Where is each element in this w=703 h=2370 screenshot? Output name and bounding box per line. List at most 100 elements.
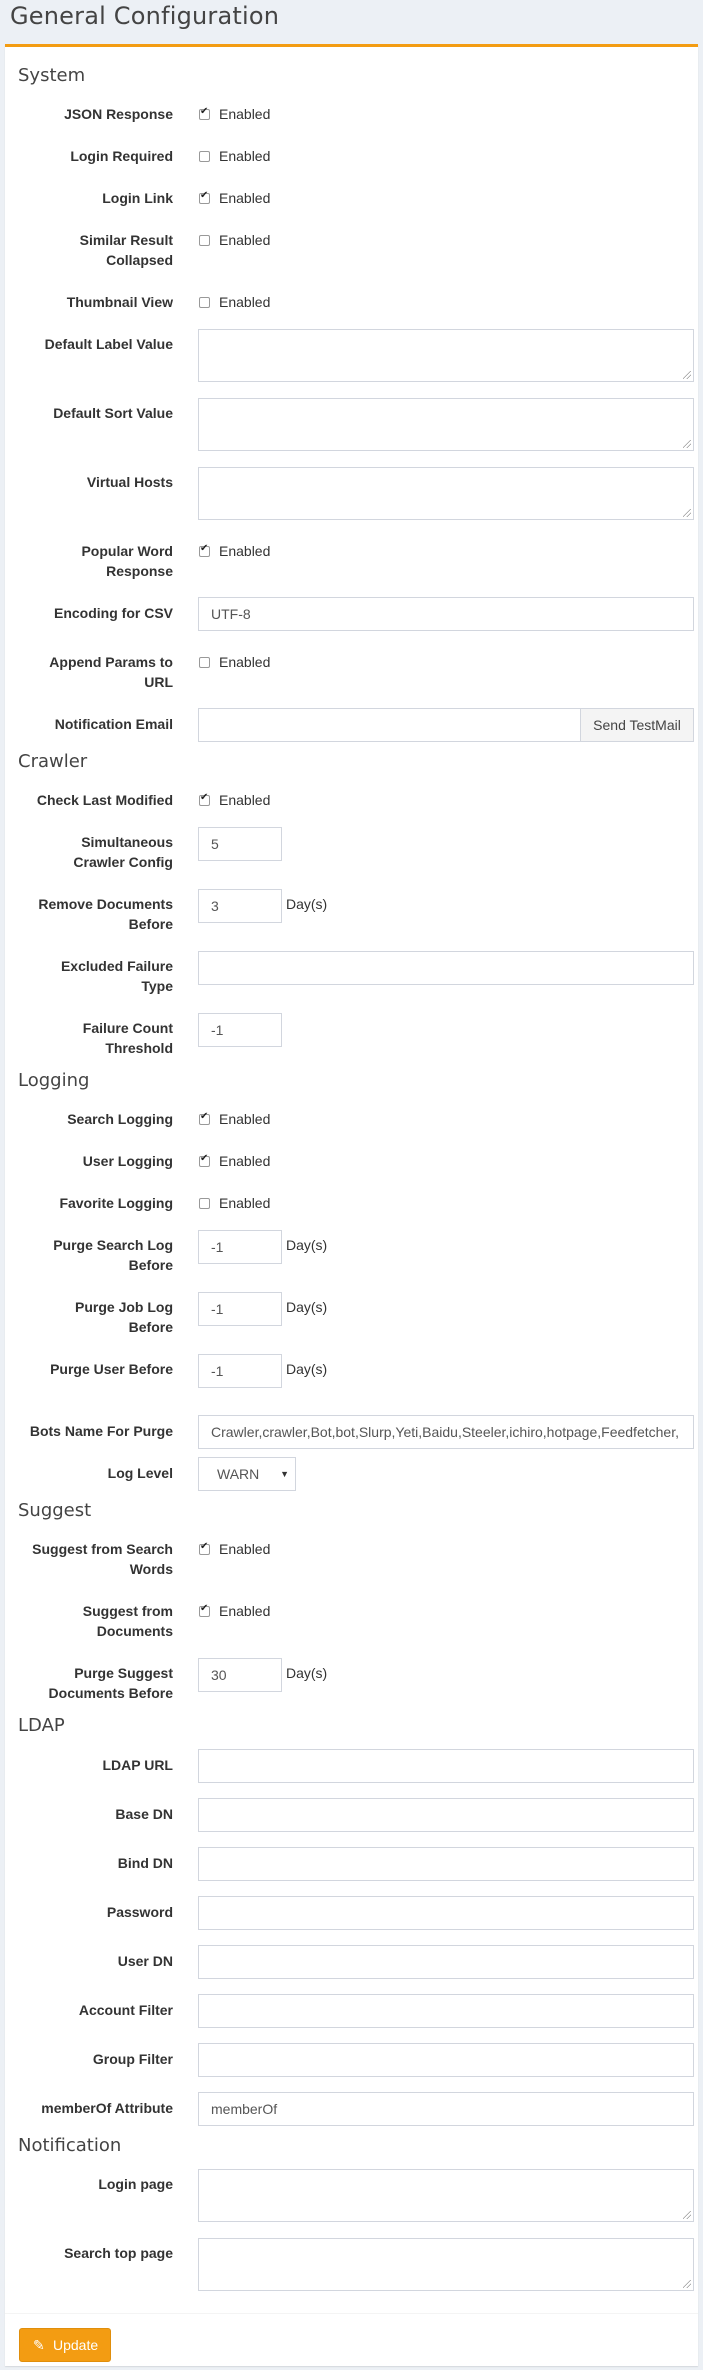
section-title-notification: Notification: [18, 2135, 122, 2156]
suggest-from-documents-checkbox[interactable]: [199, 1603, 210, 1617]
similar-result-collapsed-checkbox[interactable]: [199, 235, 210, 246]
purge-suggest-documents-before-label-line2: Documents Before: [48, 1685, 173, 1701]
favorite-logging-checkbox[interactable]: [199, 1198, 210, 1209]
bind-dn-label: Bind DN: [117, 1855, 173, 1871]
section-title-system: System: [18, 65, 86, 86]
json-response-enabled-text: Enabled: [219, 106, 271, 122]
failure-count-threshold-input[interactable]: -1: [198, 1013, 282, 1047]
simultaneous-crawler-config-input[interactable]: 5: [198, 827, 282, 861]
remove-documents-days-unit: Day(s): [286, 896, 328, 912]
append-params-label-line1: Append Params to: [49, 654, 173, 670]
suggest-from-search-words-enabled-text: Enabled: [219, 1541, 271, 1557]
popular-word-response-label-line1: Popular Word: [81, 543, 173, 559]
box-footer-divider: [5, 2313, 698, 2314]
user-logging-enabled-text: Enabled: [219, 1153, 271, 1169]
log-level-label: Log Level: [107, 1465, 173, 1481]
thumbnail-view-checkbox[interactable]: [199, 297, 210, 308]
excluded-failure-type-input[interactable]: [198, 951, 694, 985]
bind-dn-input[interactable]: [198, 1847, 694, 1881]
section-title-crawler: Crawler: [18, 751, 88, 772]
bots-name-for-purge-label: Bots Name For Purge: [29, 1423, 173, 1439]
favorite-logging-label: Favorite Logging: [59, 1195, 173, 1211]
section-title-suggest: Suggest: [18, 1500, 92, 1521]
password-input[interactable]: [198, 1896, 694, 1930]
simultaneous-crawler-config-label-line1: Simultaneous: [81, 834, 173, 850]
default-sort-value-textarea[interactable]: [198, 398, 694, 451]
default-label-value-textarea[interactable]: [198, 329, 694, 382]
purge-suggest-documents-before-label: Purge Suggest Documents Before: [15, 1663, 173, 1703]
suggest-from-documents-label-line2: Documents: [96, 1623, 173, 1639]
json-response-label: JSON Response: [64, 106, 173, 122]
simultaneous-crawler-config-label-line2: Crawler Config: [73, 854, 173, 870]
search-logging-enabled-text: Enabled: [219, 1111, 271, 1127]
account-filter-input[interactable]: [198, 1994, 694, 2028]
update-button-label: Update: [53, 2337, 99, 2353]
configuration-form: System JSON Response Enabled Login Requi…: [5, 44, 698, 2366]
encoding-for-csv-label: Encoding for CSV: [54, 605, 173, 621]
virtual-hosts-textarea[interactable]: [198, 467, 694, 520]
suggest-from-search-words-label: Suggest from Search Words: [15, 1539, 173, 1579]
ldap-url-input[interactable]: [198, 1749, 694, 1783]
search-top-page-label: Search top page: [64, 2245, 173, 2261]
login-link-checkbox[interactable]: [199, 190, 210, 204]
popular-word-response-checkbox[interactable]: [199, 543, 210, 557]
purge-job-log-days-unit: Day(s): [286, 1299, 328, 1315]
chevron-down-icon: ▼: [280, 1469, 289, 1479]
suggest-from-search-words-checkbox[interactable]: [199, 1541, 210, 1555]
purge-job-log-before-input[interactable]: -1: [198, 1292, 282, 1326]
base-dn-input[interactable]: [198, 1798, 694, 1832]
suggest-from-search-words-label-line2: Words: [129, 1561, 173, 1577]
append-params-label-line2: URL: [144, 674, 173, 690]
check-last-modified-enabled-text: Enabled: [219, 792, 271, 808]
login-required-enabled-text: Enabled: [219, 148, 271, 164]
failure-count-threshold-label: Failure Count Threshold: [15, 1018, 173, 1058]
member-of-attribute-input[interactable]: memberOf: [198, 2092, 694, 2126]
popular-word-response-label-line2: Response: [106, 563, 173, 579]
popular-word-response-label: Popular Word Response: [15, 541, 173, 581]
ldap-url-label: LDAP URL: [102, 1757, 173, 1773]
log-level-selected-value: WARN: [217, 1466, 260, 1482]
thumbnail-view-label: Thumbnail View: [66, 294, 173, 310]
purge-search-log-before-label-line1: Purge Search Log: [53, 1237, 173, 1253]
login-required-checkbox[interactable]: [199, 151, 210, 162]
excluded-failure-type-label-line1: Excluded Failure: [60, 958, 173, 974]
search-logging-checkbox[interactable]: [199, 1111, 210, 1125]
similar-result-collapsed-enabled-text: Enabled: [219, 232, 271, 248]
failure-count-threshold-label-line1: Failure Count: [82, 1020, 173, 1036]
suggest-from-documents-label: Suggest from Documents: [15, 1601, 173, 1641]
purge-suggest-documents-before-input[interactable]: 30: [198, 1658, 282, 1692]
notification-email-input[interactable]: [198, 708, 581, 742]
purge-search-log-before-label: Purge Search Log Before: [15, 1235, 173, 1275]
page-title: General Configuration: [10, 2, 280, 30]
purge-search-log-before-label-line2: Before: [128, 1257, 173, 1273]
bots-name-for-purge-input[interactable]: Crawler,crawler,Bot,bot,Slurp,Yeti,Baidu…: [198, 1415, 694, 1449]
log-level-select[interactable]: WARN ▼: [198, 1457, 296, 1491]
user-dn-label: User DN: [117, 1953, 173, 1969]
thumbnail-view-enabled-text: Enabled: [219, 294, 271, 310]
login-page-textarea[interactable]: [198, 2169, 694, 2222]
group-filter-input[interactable]: [198, 2043, 694, 2077]
section-title-logging: Logging: [18, 1070, 90, 1091]
user-dn-input[interactable]: [198, 1945, 694, 1979]
json-response-checkbox[interactable]: [199, 106, 210, 120]
login-required-label: Login Required: [70, 148, 173, 164]
remove-documents-before-label: Remove Documents Before: [15, 894, 173, 934]
update-button[interactable]: ✎ Update: [19, 2328, 111, 2362]
send-testmail-button[interactable]: Send TestMail: [580, 708, 694, 742]
popular-word-response-enabled-text: Enabled: [219, 543, 271, 559]
purge-job-log-before-label-line1: Purge Job Log: [75, 1299, 173, 1315]
check-last-modified-checkbox[interactable]: [199, 792, 210, 806]
remove-documents-before-input[interactable]: 3: [198, 889, 282, 923]
append-params-checkbox[interactable]: [199, 657, 210, 668]
search-logging-label: Search Logging: [67, 1111, 173, 1127]
append-params-enabled-text: Enabled: [219, 654, 271, 670]
search-top-page-textarea[interactable]: [198, 2238, 694, 2291]
purge-search-log-before-input[interactable]: -1: [198, 1230, 282, 1264]
excluded-failure-type-label-line2: Type: [141, 978, 173, 994]
purge-user-before-input[interactable]: -1: [198, 1354, 282, 1388]
user-logging-checkbox[interactable]: [199, 1153, 210, 1167]
suggest-from-documents-label-line1: Suggest from: [82, 1603, 173, 1619]
purge-job-log-before-label-line2: Before: [128, 1319, 173, 1335]
purge-user-before-label: Purge User Before: [50, 1361, 173, 1377]
encoding-for-csv-input[interactable]: UTF-8: [198, 597, 694, 631]
